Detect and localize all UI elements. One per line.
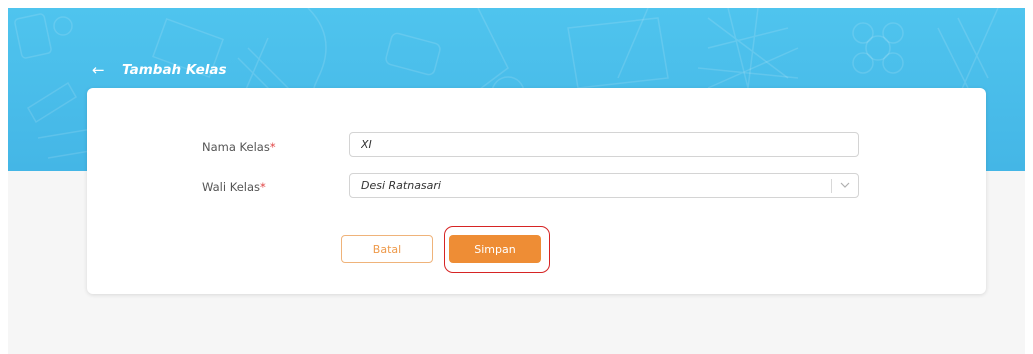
wali-kelas-label: Wali Kelas*: [202, 180, 266, 194]
wali-kelas-selected-value: Desi Ratnasari: [361, 179, 441, 192]
form-card: Nama Kelas* Wali Kelas* Desi Ratnasari B…: [87, 88, 986, 294]
required-mark: *: [260, 180, 266, 194]
arrow-left-icon[interactable]: ←: [92, 62, 108, 78]
cancel-button[interactable]: Batal: [341, 235, 433, 263]
wali-kelas-select[interactable]: Desi Ratnasari: [349, 173, 859, 198]
nama-kelas-label: Nama Kelas*: [202, 140, 276, 154]
page-background: ← Tambah Kelas Nama Kelas* Wali Kelas* D…: [8, 8, 1025, 354]
chevron-down-icon[interactable]: [839, 178, 851, 192]
nama-kelas-label-text: Nama Kelas: [202, 140, 270, 154]
header-row: ← Tambah Kelas: [92, 60, 227, 80]
wali-kelas-label-text: Wali Kelas: [202, 180, 261, 194]
required-mark: *: [269, 140, 276, 154]
save-button[interactable]: Simpan: [449, 235, 541, 263]
nama-kelas-field[interactable]: [349, 132, 859, 157]
nama-kelas-input[interactable]: [350, 133, 761, 156]
select-divider: [831, 179, 832, 193]
page-title: Tambah Kelas: [122, 62, 227, 78]
